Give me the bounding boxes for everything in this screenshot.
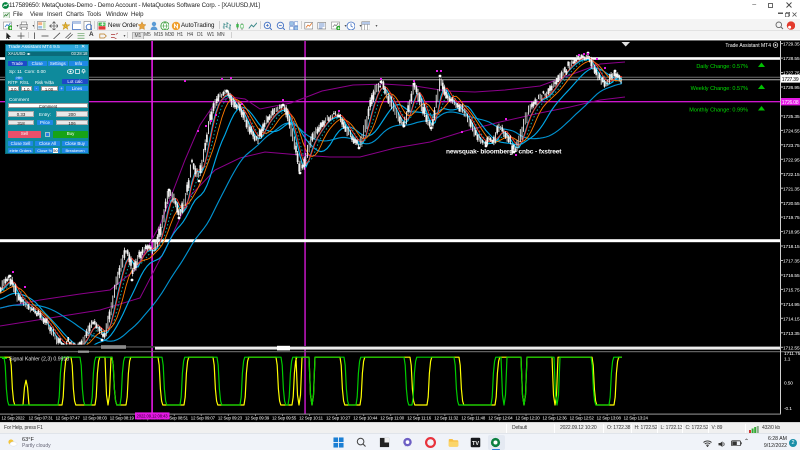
svg-text:1729.35: 1729.35 — [783, 42, 800, 48]
svg-text:12 Sep 12:36: 12 Sep 12:36 — [543, 415, 568, 420]
svg-text:12 Sep 12:52: 12 Sep 12:52 — [570, 415, 595, 420]
svg-text:Weekly Change: 0.57%: Weekly Change: 0.57% — [691, 86, 748, 92]
svg-text:1722.15: 1722.15 — [783, 172, 800, 178]
svg-text:1727.39: 1727.39 — [782, 77, 799, 83]
svg-text:1714.15: 1714.15 — [783, 316, 800, 322]
svg-text:Trade Assistant MT4: Trade Assistant MT4 — [725, 43, 771, 49]
svg-text:12 Sep 11:00: 12 Sep 11:00 — [380, 415, 405, 420]
svg-text:1726.95: 1726.95 — [783, 85, 800, 91]
svg-text:12 Sep 11:16: 12 Sep 11:16 — [407, 415, 432, 420]
svg-text:12 Sep 13:08: 12 Sep 13:08 — [597, 415, 622, 420]
svg-text:12 Sep 12:20: 12 Sep 12:20 — [516, 415, 541, 420]
svg-text:newsquak- bloomberg - cnbc - f: newsquak- bloomberg - cnbc - fxstreet — [446, 149, 562, 156]
svg-text:12 Sep 11:32: 12 Sep 11:32 — [434, 415, 459, 420]
svg-text:12 Sep 09:39: 12 Sep 09:39 — [245, 415, 270, 420]
svg-text:0.50: 0.50 — [784, 381, 793, 387]
svg-text:12 Sep 12:04: 12 Sep 12:04 — [488, 415, 513, 420]
svg-text:1711.75: 1711.75 — [784, 351, 800, 357]
svg-text:1718.15: 1718.15 — [783, 244, 800, 250]
svg-text:1.1: 1.1 — [784, 356, 791, 362]
svg-text:Monthly Change: 0.99%: Monthly Change: 0.99% — [689, 108, 748, 114]
svg-text:12 Sep 09:23: 12 Sep 09:23 — [218, 415, 243, 420]
svg-text:12 Sep 07:31: 12 Sep 07:31 — [29, 415, 54, 420]
svg-text:1725.35: 1725.35 — [783, 114, 800, 120]
svg-text:1713.35: 1713.35 — [783, 331, 800, 337]
svg-text:TV: TV — [472, 441, 479, 447]
svg-text:12 Sep 10:27: 12 Sep 10:27 — [326, 415, 351, 420]
svg-text:12 Sep 09:55: 12 Sep 09:55 — [272, 415, 297, 420]
svg-text:1720.55: 1720.55 — [783, 201, 800, 207]
svg-text:1722.95: 1722.95 — [783, 157, 800, 163]
svg-text:12 Sep 13:24: 12 Sep 13:24 — [624, 415, 649, 420]
svg-text:1719.75: 1719.75 — [783, 215, 800, 221]
svg-text:-0.1: -0.1 — [784, 406, 792, 412]
svg-text:1715.75: 1715.75 — [783, 288, 800, 294]
svg-text:1721.35: 1721.35 — [783, 186, 800, 192]
svg-text:Daily Change: 0.57%: Daily Change: 0.57% — [696, 64, 748, 70]
svg-text:1724.55: 1724.55 — [783, 129, 800, 135]
svg-text:1712.55: 1712.55 — [783, 345, 800, 351]
svg-text:2022.09.12 08:43: 2022.09.12 08:43 — [137, 414, 169, 419]
svg-text:1718.95: 1718.95 — [783, 230, 800, 236]
svg-text:1716.55: 1716.55 — [783, 273, 800, 279]
svg-text:12 Sep 08:19: 12 Sep 08:19 — [110, 415, 135, 420]
svg-text:1717.35: 1717.35 — [783, 259, 800, 265]
svg-text:Signal Kahler (2,3) 0.9918: Signal Kahler (2,3) 0.9918 — [9, 357, 69, 363]
svg-text:12 Sep 10:44: 12 Sep 10:44 — [353, 415, 378, 420]
svg-text:12 Sep 10:11: 12 Sep 10:11 — [299, 415, 324, 420]
svg-text:1723.75: 1723.75 — [783, 143, 800, 149]
svg-text:1714.95: 1714.95 — [783, 302, 800, 308]
svg-text:1726.08: 1726.08 — [782, 100, 799, 106]
svg-text:12 Sep 2022: 12 Sep 2022 — [2, 415, 26, 420]
svg-text:1728.55: 1728.55 — [783, 56, 800, 62]
svg-text:12 Sep 08:03: 12 Sep 08:03 — [83, 415, 108, 420]
svg-text:12 Sep 09:07: 12 Sep 09:07 — [191, 415, 216, 420]
svg-text:12 Sep 07:47: 12 Sep 07:47 — [56, 415, 81, 420]
svg-text:12 Sep 11:48: 12 Sep 11:48 — [461, 415, 486, 420]
